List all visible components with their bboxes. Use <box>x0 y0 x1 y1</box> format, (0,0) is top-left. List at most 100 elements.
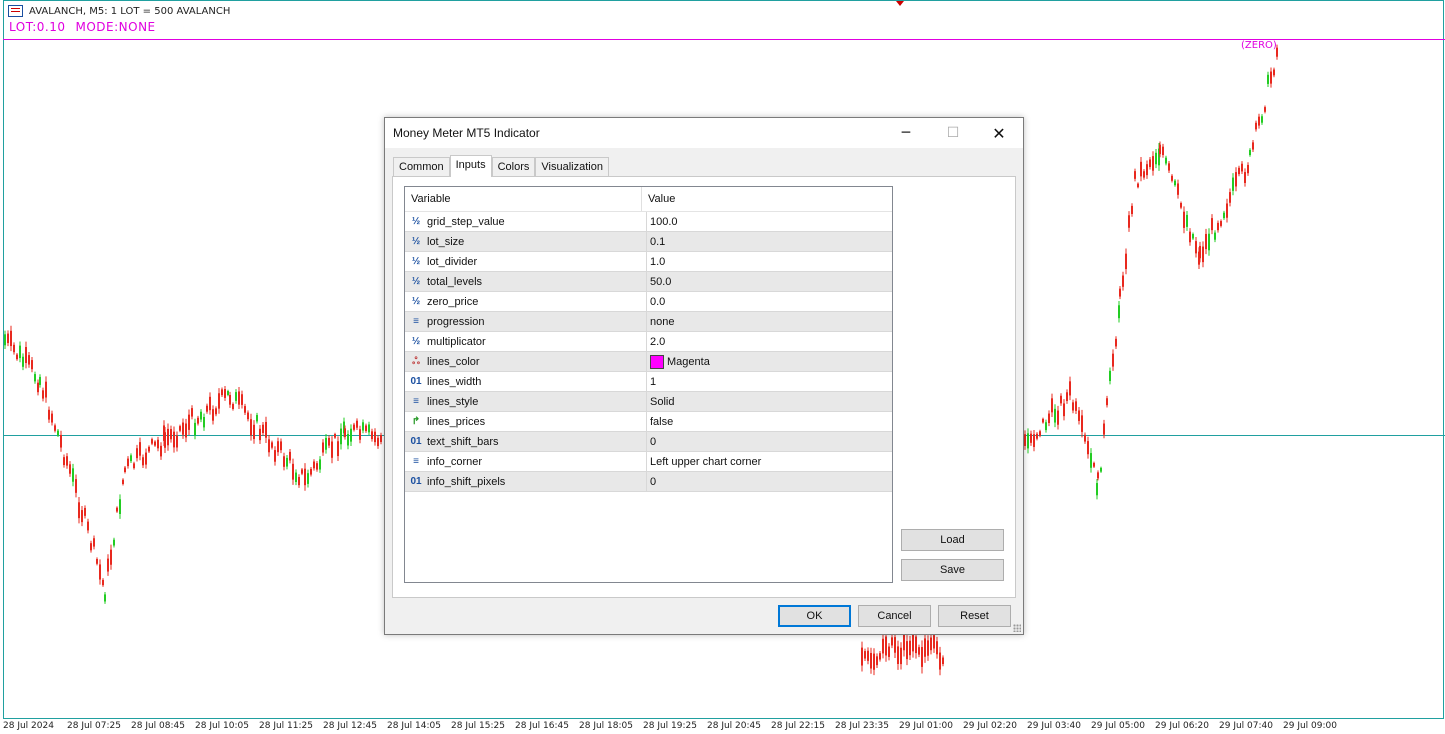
load-button[interactable]: Load <box>901 529 1004 551</box>
close-button[interactable]: ✕ <box>976 118 1022 148</box>
candle-body <box>909 640 911 656</box>
input-row-lot-divider[interactable]: ½ lot_divider 1.0 <box>405 252 892 272</box>
input-row-info-corner[interactable]: ≡ info_corner Left upper chart corner <box>405 452 892 472</box>
candle-body <box>247 412 249 420</box>
candle-body <box>939 652 941 670</box>
input-row-lines-width[interactable]: 01 lines_width 1 <box>405 372 892 392</box>
inputs-panel: Variable Value ½ grid_step_value 100.0 ½ lot… <box>392 176 1016 598</box>
candle-body <box>1119 288 1121 297</box>
tab-colors[interactable]: Colors <box>491 157 536 176</box>
input-row-lines-prices[interactable]: ↱ lines_prices false <box>405 412 892 432</box>
indicator-dialog: Money Meter MT5 Indicator ─ ☐ ✕ Common I… <box>384 117 1024 635</box>
candle-body <box>203 416 205 428</box>
input-row-lines-style[interactable]: ≡ lines_style Solid <box>405 392 892 412</box>
candle-body <box>1027 433 1029 449</box>
input-row-zero-price[interactable]: ½ zero_price 0.0 <box>405 292 892 312</box>
value-text: false <box>650 415 674 428</box>
candle-body <box>200 411 202 420</box>
enum-icon: ≡ <box>413 396 419 407</box>
tab-common[interactable]: Common <box>393 157 450 176</box>
input-row-info-shift-pixels[interactable]: 01 info_shift_pixels 0 <box>405 472 892 492</box>
candle-body <box>19 345 21 359</box>
candle-body <box>1075 401 1077 411</box>
candle-body <box>229 395 231 405</box>
time-label: 28 Jul 14:05 <box>387 721 441 731</box>
value-cell[interactable]: 2.0 <box>647 332 892 351</box>
candle-body <box>377 437 379 447</box>
candle-body <box>1244 172 1246 183</box>
value-cell[interactable]: 1 <box>647 372 892 391</box>
candle-body <box>170 429 172 440</box>
value-cell[interactable]: 0 <box>647 432 892 451</box>
candle-body <box>136 448 138 459</box>
value-cell[interactable]: 0.0 <box>647 292 892 311</box>
candle-body <box>96 559 98 564</box>
value-cell[interactable]: 50.0 <box>647 272 892 291</box>
candle-body <box>933 635 935 649</box>
candle-body <box>1208 233 1210 251</box>
candle-body <box>241 394 243 405</box>
variable-cell: ½ total_levels <box>405 272 647 291</box>
candle-body <box>295 472 297 482</box>
candle-body <box>1223 212 1225 219</box>
cancel-button[interactable]: Cancel <box>858 605 931 627</box>
value-cell[interactable]: Magenta <box>647 352 892 371</box>
candle-body <box>1125 253 1127 270</box>
value-text: 1.0 <box>650 255 666 268</box>
value-cell[interactable]: 1.0 <box>647 252 892 271</box>
indicator-info: LOT:0.10 MODE:NONE <box>9 20 166 34</box>
enum-icon: ≡ <box>413 456 419 467</box>
candle-body <box>42 390 44 399</box>
value-cell[interactable]: 0 <box>647 472 892 491</box>
half-icon: ½ <box>411 336 421 347</box>
value-cell[interactable]: none <box>647 312 892 331</box>
variable-cell: ↱ lines_prices <box>405 412 647 431</box>
candle-body <box>1063 403 1065 417</box>
input-row-text-shift-bars[interactable]: 01 text_shift_bars 0 <box>405 432 892 452</box>
int-icon: 01 <box>410 376 422 387</box>
input-row-progression[interactable]: ≡ progression none <box>405 312 892 332</box>
value-cell[interactable]: 0.1 <box>647 232 892 251</box>
value-text: Solid <box>650 395 675 408</box>
candle-body <box>356 420 358 428</box>
candle-body <box>1255 122 1257 130</box>
candle-body <box>1069 381 1071 396</box>
inputs-grid[interactable]: Variable Value ½ grid_step_value 100.0 ½ lot… <box>404 186 893 583</box>
input-row-lot-size[interactable]: ½ lot_size 0.1 <box>405 232 892 252</box>
candle-body <box>301 469 303 474</box>
input-row-lines-color[interactable]: ஃ lines_color Magenta <box>405 352 892 372</box>
candle-body <box>262 424 264 433</box>
input-row-grid-step-value[interactable]: ½ grid_step_value 100.0 <box>405 212 892 232</box>
input-row-multiplicator[interactable]: ½ multiplicator 2.0 <box>405 332 892 352</box>
maximize-button[interactable]: ☐ <box>930 118 976 148</box>
input-row-total-levels[interactable]: ½ total_levels 50.0 <box>405 272 892 292</box>
candle-body <box>353 424 355 430</box>
value-column-header[interactable]: Value <box>642 187 892 211</box>
minimize-button[interactable]: ─ <box>883 118 929 148</box>
time-label: 28 Jul 23:35 <box>835 721 889 731</box>
dialog-titlebar[interactable]: Money Meter MT5 Indicator ─ ☐ ✕ <box>385 118 1023 148</box>
value-cell[interactable]: Left upper chart corner <box>647 452 892 471</box>
value-cell[interactable]: Solid <box>647 392 892 411</box>
resize-grip-icon[interactable] <box>1013 624 1021 632</box>
value-cell[interactable]: false <box>647 412 892 431</box>
reset-button[interactable]: Reset <box>938 605 1011 627</box>
candle-body <box>1146 164 1148 176</box>
candle-body <box>268 439 270 453</box>
time-label: 28 Jul 08:45 <box>131 721 185 731</box>
variable-column-header[interactable]: Variable <box>405 187 642 211</box>
time-label: 28 Jul 15:25 <box>451 721 505 731</box>
ok-button[interactable]: OK <box>778 605 851 627</box>
candle-body <box>918 647 920 655</box>
candle-body <box>75 479 77 493</box>
half-icon: ½ <box>411 216 421 227</box>
candle-body <box>160 445 162 457</box>
candle-body <box>337 441 339 457</box>
tab-visualization[interactable]: Visualization <box>535 157 609 176</box>
save-button[interactable]: Save <box>901 559 1004 581</box>
time-label: 28 Jul 18:05 <box>579 721 633 731</box>
tab-inputs[interactable]: Inputs <box>449 155 492 177</box>
candle-body <box>1267 74 1269 84</box>
value-cell[interactable]: 100.0 <box>647 212 892 231</box>
candle-body <box>1247 164 1249 174</box>
